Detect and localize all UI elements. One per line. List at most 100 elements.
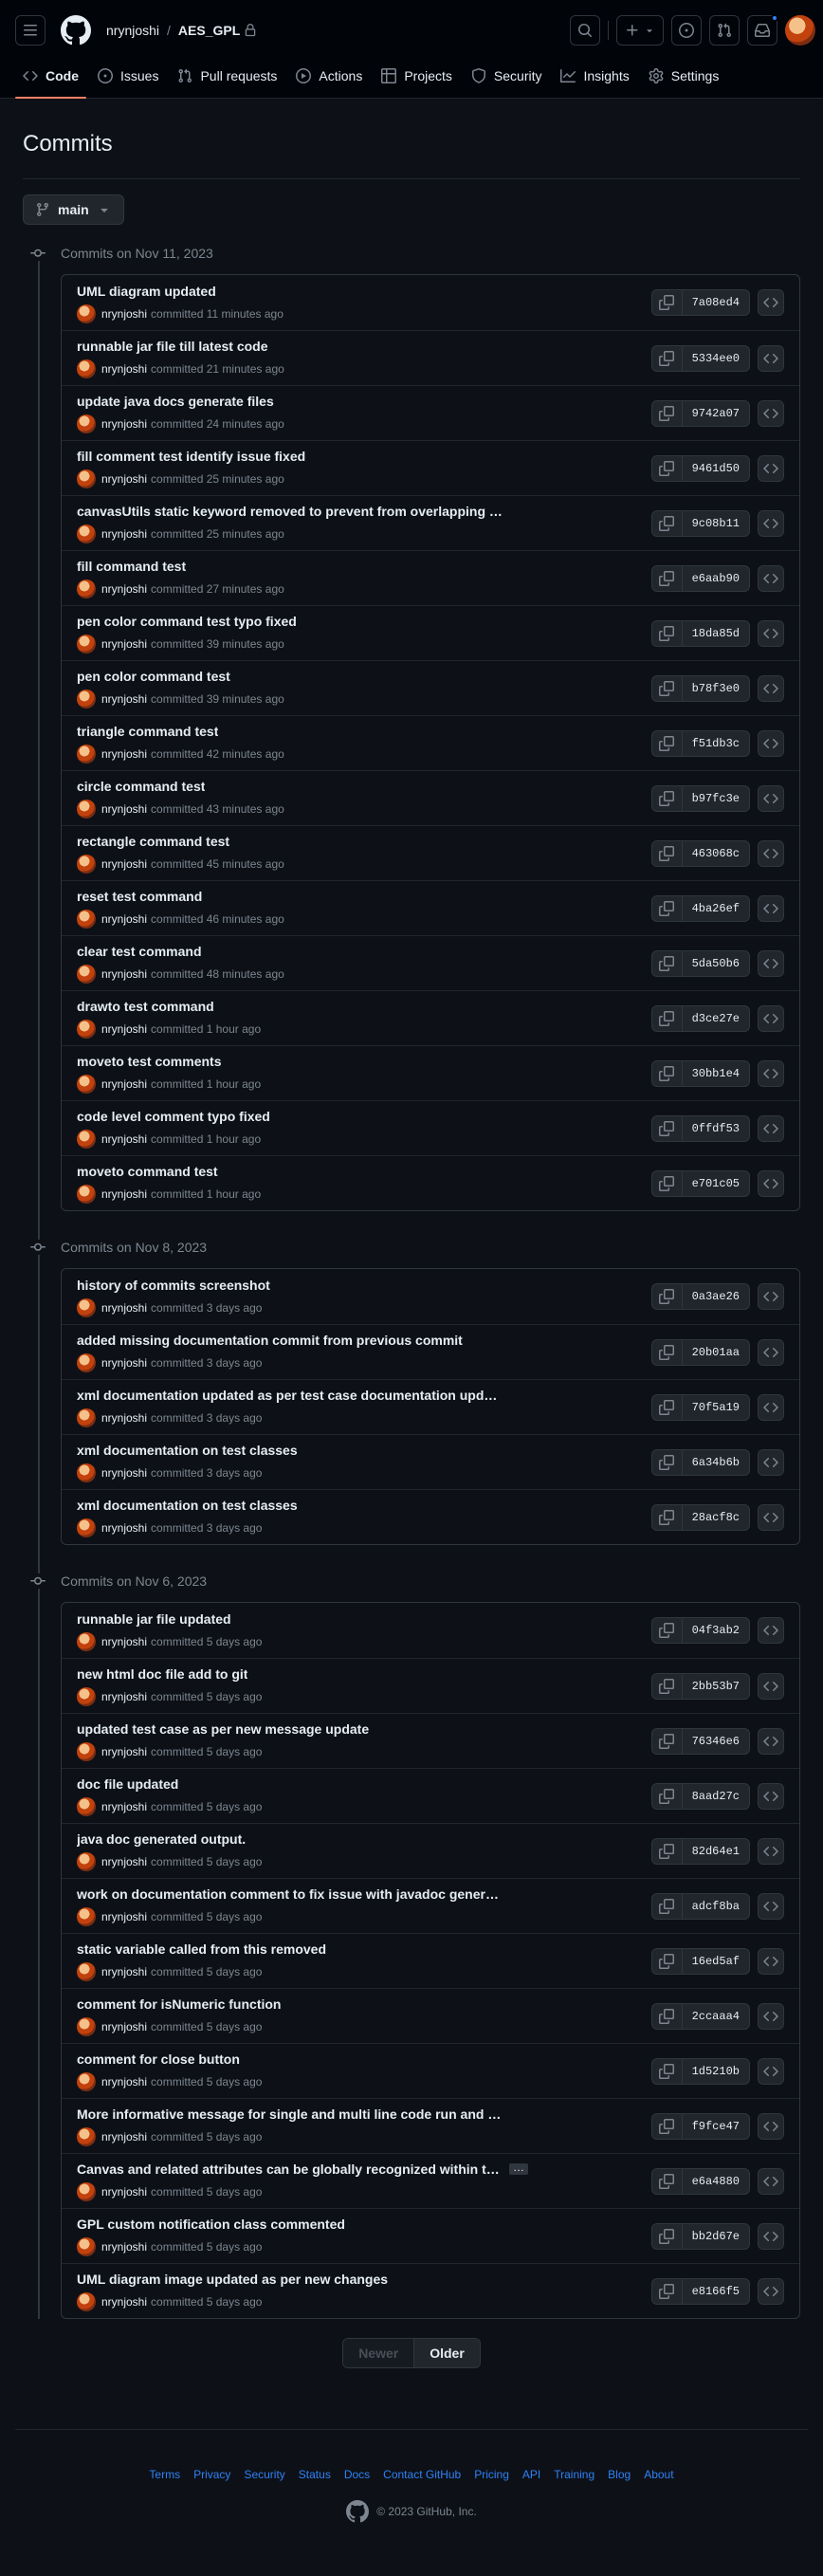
commit-message-link[interactable]: update java docs generate files <box>77 394 274 409</box>
author-avatar[interactable] <box>77 2017 96 2037</box>
commit-message-link[interactable]: UML diagram updated <box>77 284 216 299</box>
author-avatar[interactable] <box>77 910 96 929</box>
browse-repo-at-commit-button[interactable] <box>758 1114 784 1142</box>
older-button[interactable]: Older <box>414 2339 480 2367</box>
author-link[interactable]: nrynjoshi <box>101 692 147 706</box>
author-avatar[interactable] <box>77 2292 96 2312</box>
copy-sha-button[interactable] <box>652 1618 683 1643</box>
commit-message-link[interactable]: runnable jar file updated <box>77 1611 231 1627</box>
copy-sha-button[interactable] <box>652 565 683 591</box>
copy-sha-button[interactable] <box>652 1948 683 1974</box>
github-logo[interactable] <box>60 15 91 46</box>
commit-message-link[interactable]: pen color command test <box>77 669 230 684</box>
author-avatar[interactable] <box>77 1631 96 1651</box>
tab-code[interactable]: Code <box>15 61 86 99</box>
copy-sha-button[interactable] <box>652 1838 683 1864</box>
browse-repo-at-commit-button[interactable] <box>758 2167 784 2195</box>
pull-requests-button[interactable] <box>709 15 740 46</box>
commit-sha-link[interactable]: 2bb53b7 <box>683 1674 749 1699</box>
commit-sha-link[interactable]: 18da85d <box>683 621 749 646</box>
copy-sha-button[interactable] <box>652 2278 683 2304</box>
browse-repo-at-commit-button[interactable] <box>758 2222 784 2250</box>
author-avatar[interactable] <box>77 304 96 323</box>
commit-sha-link[interactable]: 70f5a19 <box>683 1395 749 1420</box>
browse-repo-at-commit-button[interactable] <box>758 1059 784 1087</box>
author-link[interactable]: nrynjoshi <box>101 1910 147 1923</box>
tab-pull-requests[interactable]: Pull requests <box>170 61 284 91</box>
author-link[interactable]: nrynjoshi <box>101 472 147 486</box>
author-link[interactable]: nrynjoshi <box>101 1521 147 1535</box>
browse-repo-at-commit-button[interactable] <box>758 894 784 922</box>
copy-sha-button[interactable] <box>652 2168 683 2194</box>
copy-sha-button[interactable] <box>652 840 683 866</box>
github-mark-icon[interactable] <box>346 2500 370 2523</box>
browse-repo-at-commit-button[interactable] <box>758 2002 784 2030</box>
commit-sha-link[interactable]: b78f3e0 <box>683 676 749 701</box>
author-link[interactable]: nrynjoshi <box>101 1411 147 1425</box>
browse-repo-at-commit-button[interactable] <box>758 1892 784 1920</box>
author-link[interactable]: nrynjoshi <box>101 582 147 596</box>
commit-sha-link[interactable]: e6aab90 <box>683 566 749 591</box>
copy-sha-button[interactable] <box>652 895 683 921</box>
copy-sha-button[interactable] <box>652 675 683 701</box>
browse-repo-at-commit-button[interactable] <box>758 1448 784 1476</box>
copy-sha-button[interactable] <box>652 1504 683 1530</box>
author-link[interactable]: nrynjoshi <box>101 1022 147 1036</box>
browse-repo-at-commit-button[interactable] <box>758 674 784 702</box>
copy-sha-button[interactable] <box>652 1893 683 1919</box>
commit-message-link[interactable]: rectangle command test <box>77 834 229 849</box>
author-link[interactable]: nrynjoshi <box>101 747 147 761</box>
author-link[interactable]: nrynjoshi <box>101 1745 147 1758</box>
commit-message-link[interactable]: work on documentation comment to fix iss… <box>77 1886 503 1902</box>
copy-sha-button[interactable] <box>652 1783 683 1809</box>
author-avatar[interactable] <box>77 690 96 709</box>
author-link[interactable]: nrynjoshi <box>101 1356 147 1370</box>
copy-sha-button[interactable] <box>652 2223 683 2249</box>
commit-sha-link[interactable]: 5334ee0 <box>683 346 749 371</box>
copy-sha-button[interactable] <box>652 1284 683 1309</box>
commit-message-link[interactable]: moveto test comments <box>77 1054 221 1069</box>
footer-link[interactable]: Privacy <box>193 2468 230 2481</box>
author-avatar[interactable] <box>77 1353 96 1373</box>
author-link[interactable]: nrynjoshi <box>101 1690 147 1703</box>
browse-repo-at-commit-button[interactable] <box>758 839 784 867</box>
expand-message-button[interactable]: … <box>509 2162 528 2176</box>
author-link[interactable]: nrynjoshi <box>101 1132 147 1146</box>
tab-projects[interactable]: Projects <box>374 61 460 91</box>
author-avatar[interactable] <box>77 1408 96 1428</box>
copy-sha-button[interactable] <box>652 620 683 646</box>
commit-message-link[interactable]: canvasUtils static keyword removed to pr… <box>77 504 503 519</box>
commit-message-link[interactable]: xml documentation on test classes <box>77 1443 298 1458</box>
author-avatar[interactable] <box>77 2127 96 2147</box>
copy-sha-button[interactable] <box>652 290 683 315</box>
author-link[interactable]: nrynjoshi <box>101 2130 147 2144</box>
search-button[interactable] <box>570 15 600 46</box>
author-avatar[interactable] <box>77 1907 96 1927</box>
commit-message-link[interactable]: GPL custom notification class commented <box>77 2217 345 2232</box>
copy-sha-button[interactable] <box>652 1394 683 1420</box>
browse-repo-at-commit-button[interactable] <box>758 949 784 977</box>
commit-message-link[interactable]: xml documentation on test classes <box>77 1498 298 1513</box>
footer-link[interactable]: Contact GitHub <box>383 2468 461 2481</box>
commit-sha-link[interactable]: b97fc3e <box>683 786 749 811</box>
commit-message-link[interactable]: fill command test <box>77 559 186 574</box>
browse-repo-at-commit-button[interactable] <box>758 1617 784 1644</box>
commit-sha-link[interactable]: 30bb1e4 <box>683 1061 749 1086</box>
browse-repo-at-commit-button[interactable] <box>758 1338 784 1366</box>
author-link[interactable]: nrynjoshi <box>101 417 147 431</box>
author-avatar[interactable] <box>77 1297 96 1317</box>
repo-owner-link[interactable]: nrynjoshi <box>106 23 159 38</box>
commit-sha-link[interactable]: 82d64e1 <box>683 1839 749 1864</box>
commit-message-link[interactable]: runnable jar file till latest code <box>77 339 268 354</box>
author-avatar[interactable] <box>77 1075 96 1095</box>
footer-link[interactable]: Security <box>244 2468 284 2481</box>
commit-message-link[interactable]: static variable called from this removed <box>77 1941 326 1957</box>
copy-sha-button[interactable] <box>652 2113 683 2139</box>
copy-sha-button[interactable] <box>652 1060 683 1086</box>
tab-security[interactable]: Security <box>464 61 550 91</box>
footer-link[interactable]: API <box>522 2468 540 2481</box>
commit-sha-link[interactable]: 28acf8c <box>683 1505 749 1530</box>
commit-sha-link[interactable]: bb2d67e <box>683 2224 749 2249</box>
commit-message-link[interactable]: More informative message for single and … <box>77 2107 503 2122</box>
tab-settings[interactable]: Settings <box>641 61 727 91</box>
